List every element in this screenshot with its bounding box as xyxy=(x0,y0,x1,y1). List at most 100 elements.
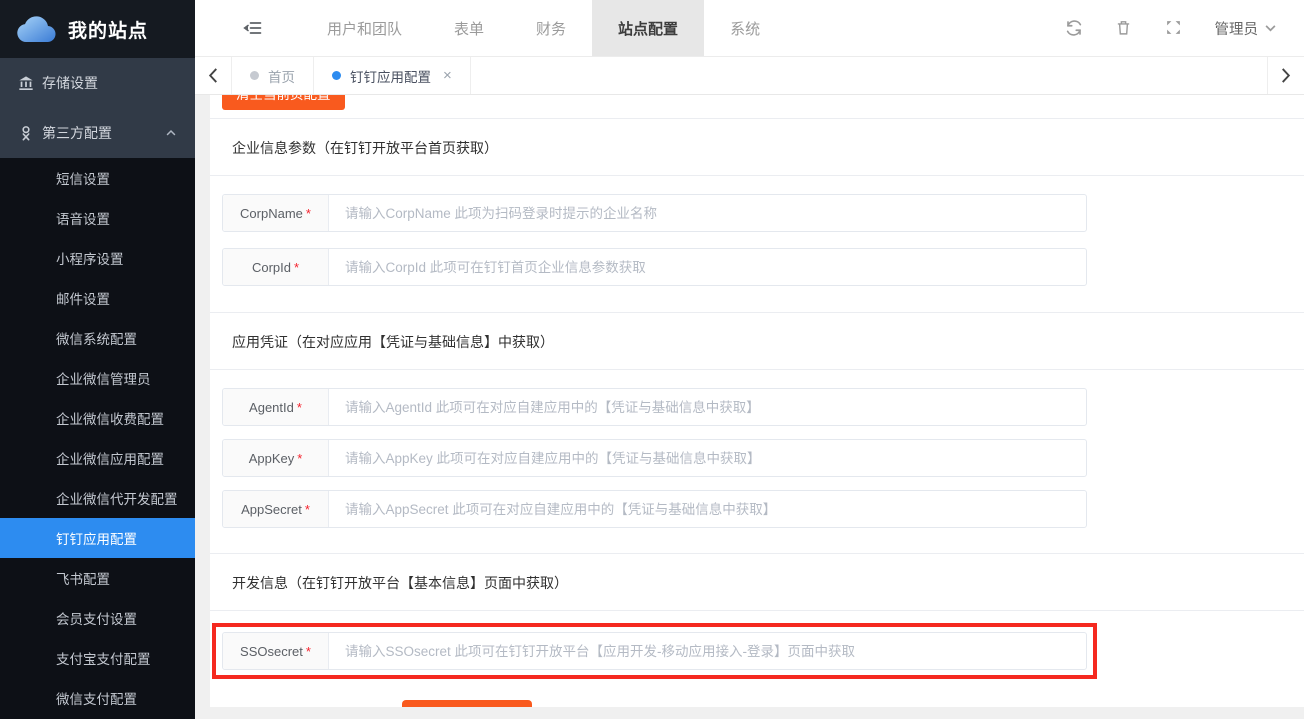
action-row: 安装钉钉初始化 *注意:确定对应参数填写无误后，点击安装。 *注意:请勿重复初始… xyxy=(402,700,1292,707)
nav-users-teams[interactable]: 用户和团队 xyxy=(301,0,428,56)
field-label: CorpId xyxy=(252,260,291,275)
refresh-icon[interactable] xyxy=(1065,19,1083,37)
tab-label: 首页 xyxy=(268,66,295,86)
appsecret-input[interactable] xyxy=(329,491,1086,527)
sidebar-item-alipay-payment-config[interactable]: 支付宝支付配置 xyxy=(0,638,195,678)
nav-system[interactable]: 系统 xyxy=(704,0,786,56)
agentid-input[interactable] xyxy=(329,389,1086,425)
divider xyxy=(210,553,1304,554)
bank-icon xyxy=(18,75,34,91)
app-window: 我的站点 存储设置 第三方配置 xyxy=(0,0,1304,719)
appkey-label: AppKey * xyxy=(223,440,329,476)
sidebar-item-storage-settings[interactable]: 存储设置 xyxy=(0,58,195,108)
nav-site-config[interactable]: 站点配置 xyxy=(592,0,704,56)
appsecret-label: AppSecret * xyxy=(223,491,329,527)
corpid-input[interactable] xyxy=(329,249,1086,285)
sidebar-item-wecom-app-config[interactable]: 企业微信应用配置 xyxy=(0,438,195,478)
tab-home[interactable]: 首页 xyxy=(232,57,314,94)
ssosecret-row: SSOsecret * xyxy=(222,632,1087,670)
required-mark: * xyxy=(297,400,302,415)
tab-dingtalk-app-config[interactable]: 钉钉应用配置 × xyxy=(314,57,471,94)
sidebar-item-voice-settings[interactable]: 语音设置 xyxy=(0,198,195,238)
section-title-corp-info: 企业信息参数（在钉钉开放平台首页获取） xyxy=(232,138,1292,158)
main-content: 清空当前页配置 企业信息参数（在钉钉开放平台首页获取） CorpName * C… xyxy=(195,95,1304,719)
sidebar: 我的站点 存储设置 第三方配置 xyxy=(0,0,195,719)
section-title-app-credentials: 应用凭证（在对应应用【凭证与基础信息】中获取） xyxy=(232,332,1292,352)
sidebar-item-label: 存储设置 xyxy=(42,73,98,93)
admin-menu[interactable]: 管理员 xyxy=(1215,18,1277,39)
sidebar-item-wecom-admin[interactable]: 企业微信管理员 xyxy=(0,358,195,398)
agentid-label: AgentId * xyxy=(223,389,329,425)
nav-forms[interactable]: 表单 xyxy=(428,0,510,56)
corpid-row: CorpId * xyxy=(222,248,1087,286)
header-actions: 管理员 xyxy=(1065,18,1304,39)
corpid-label: CorpId * xyxy=(223,249,329,285)
chevron-down-icon xyxy=(1265,25,1276,32)
top-nav: 用户和团队 表单 财务 站点配置 系统 xyxy=(301,0,786,56)
ssosecret-label: SSOsecret * xyxy=(223,633,329,669)
sidebar-item-wecom-billing-config[interactable]: 企业微信收费配置 xyxy=(0,398,195,438)
required-mark: * xyxy=(306,206,311,221)
fullscreen-icon[interactable] xyxy=(1165,19,1183,37)
top-header: 用户和团队 表单 财务 站点配置 系统 xyxy=(195,0,1304,57)
sidebar-item-member-payment-settings[interactable]: 会员支付设置 xyxy=(0,598,195,638)
corpname-row: CorpName * xyxy=(222,194,1087,232)
site-title: 我的站点 xyxy=(68,16,148,43)
tab-status-dot xyxy=(250,71,259,80)
required-mark: * xyxy=(305,502,310,517)
close-icon[interactable]: × xyxy=(443,68,452,83)
config-form-card: 清空当前页配置 企业信息参数（在钉钉开放平台首页获取） CorpName * C… xyxy=(210,95,1304,707)
field-label: AppSecret xyxy=(241,502,302,517)
appsecret-row: AppSecret * xyxy=(222,490,1087,528)
tabs-scroll-left-icon[interactable] xyxy=(195,57,232,94)
sidebar-item-mail-settings[interactable]: 邮件设置 xyxy=(0,278,195,318)
sidebar-item-wecom-dev-config[interactable]: 企业微信代开发配置 xyxy=(0,478,195,518)
menu-fold-icon[interactable] xyxy=(243,17,265,39)
required-mark: * xyxy=(306,644,311,659)
divider xyxy=(210,312,1304,313)
field-label: AgentId xyxy=(249,400,294,415)
divider xyxy=(210,369,1304,370)
divider xyxy=(210,610,1304,611)
sidebar-item-sms-settings[interactable]: 短信设置 xyxy=(0,158,195,198)
field-label: SSOsecret xyxy=(240,644,303,659)
required-mark: * xyxy=(297,451,302,466)
sidebar-item-third-party-config[interactable]: 第三方配置 xyxy=(0,108,195,158)
logo: 我的站点 xyxy=(0,0,195,58)
sidebar-submenu: 短信设置 语音设置 小程序设置 邮件设置 微信系统配置 企业微信管理员 企业微信… xyxy=(0,158,195,718)
section-corp-info: CorpName * CorpId * xyxy=(222,194,1292,286)
nav-finance[interactable]: 财务 xyxy=(510,0,592,56)
tabs-scroll-right-icon[interactable] xyxy=(1267,57,1304,94)
tab-label: 钉钉应用配置 xyxy=(350,66,431,86)
appkey-input[interactable] xyxy=(329,440,1086,476)
agentid-row: AgentId * xyxy=(222,388,1087,426)
corpname-label: CorpName * xyxy=(223,195,329,231)
third-party-icon xyxy=(18,125,34,141)
corpname-input[interactable] xyxy=(329,195,1086,231)
field-label: AppKey xyxy=(249,451,295,466)
install-dingtalk-init-button[interactable]: 安装钉钉初始化 xyxy=(402,700,532,707)
divider xyxy=(210,118,1304,119)
section-app-credentials: AgentId * AppKey * AppSecret * xyxy=(222,388,1292,528)
sidebar-item-wechat-payment-config[interactable]: 微信支付配置 xyxy=(0,678,195,718)
sidebar-item-wechat-system-config[interactable]: 微信系统配置 xyxy=(0,318,195,358)
tab-bar: 首页 钉钉应用配置 × xyxy=(195,57,1304,95)
chevron-up-icon xyxy=(165,127,177,139)
cloud-logo-icon xyxy=(16,15,56,43)
sidebar-menu: 存储设置 第三方配置 xyxy=(0,58,195,158)
sidebar-item-feishu-config[interactable]: 飞书配置 xyxy=(0,558,195,598)
sidebar-item-label: 第三方配置 xyxy=(42,123,112,143)
tab-status-dot xyxy=(332,71,341,80)
admin-label: 管理员 xyxy=(1215,18,1259,39)
highlight-annotation: SSOsecret * xyxy=(212,623,1097,679)
required-mark: * xyxy=(294,260,299,275)
sidebar-item-miniprogram-settings[interactable]: 小程序设置 xyxy=(0,238,195,278)
sidebar-item-dingtalk-app-config[interactable]: 钉钉应用配置 xyxy=(0,518,195,558)
trash-icon[interactable] xyxy=(1115,19,1133,37)
clear-page-config-button[interactable]: 清空当前页配置 xyxy=(222,95,345,110)
ssosecret-input[interactable] xyxy=(329,633,1086,669)
divider xyxy=(210,175,1304,176)
field-label: CorpName xyxy=(240,206,303,221)
appkey-row: AppKey * xyxy=(222,439,1087,477)
section-title-dev-info: 开发信息（在钉钉开放平台【基本信息】页面中获取） xyxy=(232,573,1292,593)
